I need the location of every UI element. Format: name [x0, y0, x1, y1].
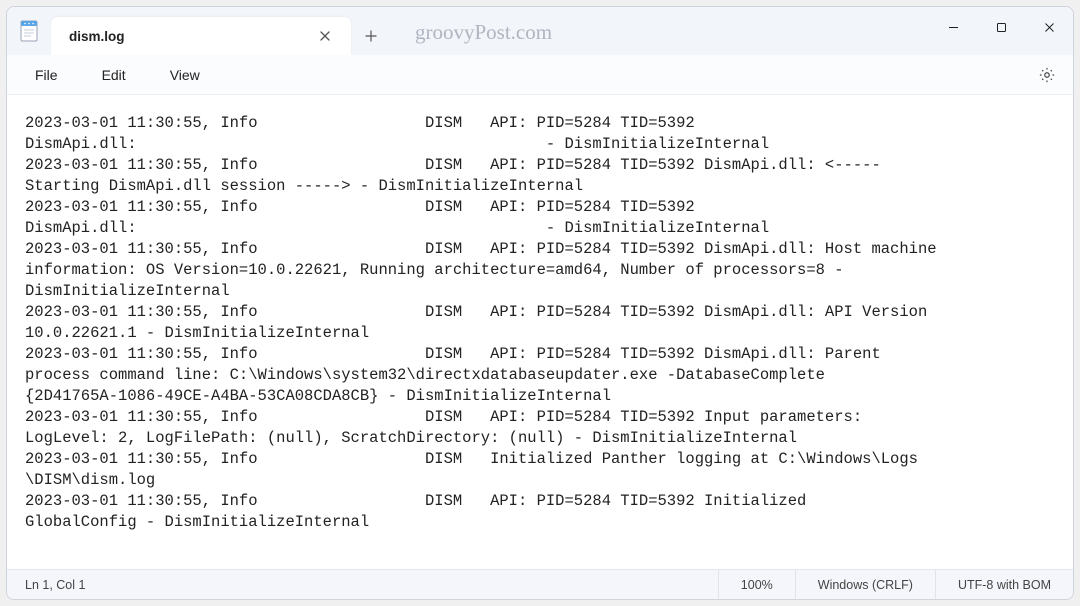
- notepad-window: dism.log groovyPost.com File Edit View: [6, 6, 1074, 600]
- status-line-ending[interactable]: Windows (CRLF): [795, 570, 935, 599]
- minimize-button[interactable]: [929, 7, 977, 47]
- menu-edit[interactable]: Edit: [92, 61, 136, 89]
- menu-file[interactable]: File: [25, 61, 68, 89]
- status-encoding[interactable]: UTF-8 with BOM: [935, 570, 1073, 599]
- watermark-text: groovyPost.com: [415, 20, 552, 45]
- close-window-button[interactable]: [1025, 7, 1073, 47]
- window-controls: [929, 7, 1073, 47]
- settings-button[interactable]: [1035, 63, 1059, 87]
- log-text: 2023-03-01 11:30:55, Info DISM API: PID=…: [25, 113, 1055, 533]
- titlebar: dism.log groovyPost.com: [7, 7, 1073, 55]
- text-content-area[interactable]: 2023-03-01 11:30:55, Info DISM API: PID=…: [7, 95, 1073, 569]
- menubar: File Edit View: [7, 55, 1073, 95]
- active-tab[interactable]: dism.log: [51, 17, 351, 55]
- close-tab-button[interactable]: [311, 22, 339, 50]
- notepad-app-icon: [19, 20, 39, 42]
- tab-title: dism.log: [69, 29, 301, 44]
- new-tab-button[interactable]: [351, 17, 391, 55]
- maximize-button[interactable]: [977, 7, 1025, 47]
- statusbar: Ln 1, Col 1 100% Windows (CRLF) UTF-8 wi…: [7, 569, 1073, 599]
- menu-view[interactable]: View: [160, 61, 210, 89]
- status-cursor-position[interactable]: Ln 1, Col 1: [7, 578, 718, 592]
- status-zoom[interactable]: 100%: [718, 570, 795, 599]
